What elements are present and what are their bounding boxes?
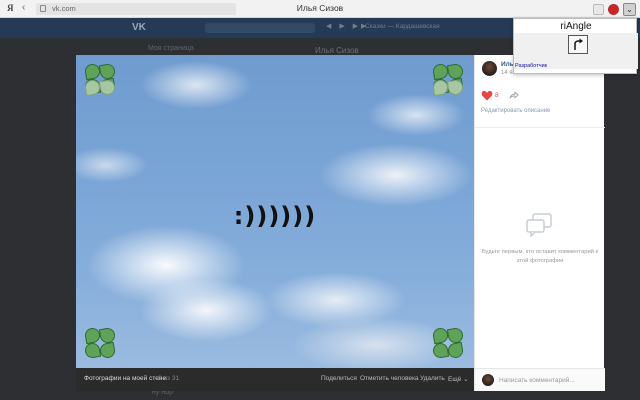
popup-body: Разработчик: [514, 33, 638, 69]
comment-input[interactable]: [499, 374, 599, 386]
extension-icon[interactable]: [593, 3, 604, 15]
photo-image[interactable]: :)))))): [76, 55, 474, 368]
share-arrow-icon[interactable]: [508, 90, 519, 101]
avatar[interactable]: [482, 61, 497, 76]
more-button[interactable]: Ещё ⌄: [448, 375, 469, 383]
album-link[interactable]: Фотографии на моей стене: [84, 375, 166, 382]
extension-icons: ⌄: [593, 2, 636, 16]
rotate-clockwise-icon: [574, 38, 583, 50]
comment-compose: [475, 368, 605, 391]
clover-icon: [82, 325, 118, 361]
edit-description-link[interactable]: Редактировать описание: [481, 108, 550, 114]
photo-viewer: :)))))) Фотографии на моей стене 2 из 31…: [76, 55, 605, 391]
profile-name: Илья Сизов: [315, 46, 359, 55]
vk-logo[interactable]: VK: [132, 22, 146, 33]
music-controls-icon[interactable]: ◀ ▶ ▶▶: [326, 22, 369, 30]
developer-link[interactable]: Разработчик: [515, 63, 547, 69]
comments-icon: [526, 213, 552, 237]
extension-badge-icon[interactable]: [608, 3, 619, 15]
popup-title: riAngle: [560, 21, 592, 32]
avatar: [482, 374, 494, 386]
empty-comments-text: Будьте первым, кто оставит комментарий к…: [481, 249, 599, 264]
clover-icon: [430, 77, 466, 113]
clover-icon: [82, 77, 118, 113]
tag-person-button[interactable]: Отметить человека: [360, 375, 419, 382]
heart-icon[interactable]: [481, 90, 493, 101]
music-track-title: Сказки — Кардашевская: [365, 23, 440, 30]
browser-toolbar: Я ‹ vk.com Илья Сизов ⌄: [0, 0, 640, 18]
like-count: 8: [495, 92, 499, 99]
chevron-down-icon[interactable]: ⌄: [623, 2, 636, 16]
clover-icon: [430, 325, 466, 361]
photo-counter: 2 из 31: [158, 375, 180, 382]
share-button[interactable]: Поделиться: [321, 375, 357, 382]
extension-popup: riAngle Разработчик: [513, 18, 638, 74]
photo-side-panel: Илья 14 ян 8 Редактировать описание Будь…: [474, 55, 605, 391]
vk-search-input[interactable]: [205, 23, 315, 33]
photo-footer: Фотографии на моей стене 2 из 31 Поделит…: [76, 368, 474, 391]
sidebar-item-my-page[interactable]: Моя страница: [148, 45, 194, 52]
delete-button[interactable]: Удалить: [420, 375, 445, 382]
rotate-button[interactable]: [568, 35, 588, 54]
divider: [475, 127, 605, 128]
photo-caption-text: :)))))): [233, 202, 317, 230]
tab-title: Илья Сизов: [296, 3, 344, 13]
